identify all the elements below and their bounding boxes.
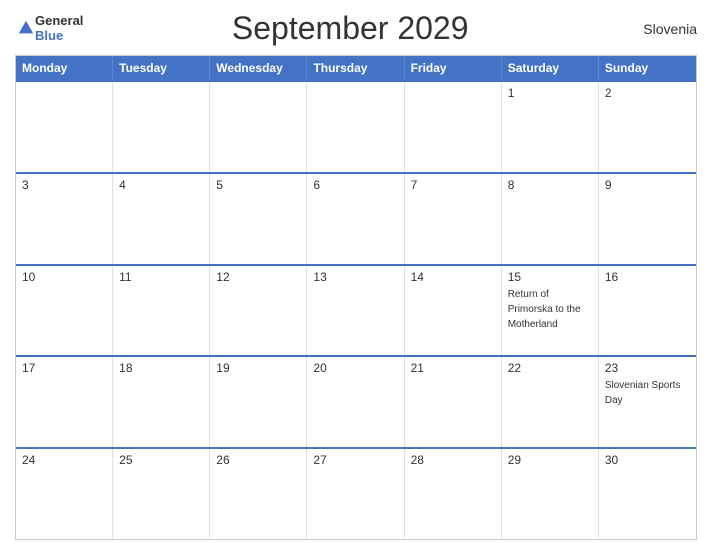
event-label: Return of Primorska to the Motherland bbox=[508, 289, 581, 330]
calendar-cell-r3c3: 20 bbox=[307, 357, 404, 447]
day-number: 30 bbox=[605, 453, 690, 467]
day-number: 26 bbox=[216, 453, 300, 467]
header-monday: Monday bbox=[16, 56, 113, 80]
header-wednesday: Wednesday bbox=[210, 56, 307, 80]
calendar-cell-r1c3: 6 bbox=[307, 174, 404, 264]
calendar: Monday Tuesday Wednesday Thursday Friday… bbox=[15, 55, 697, 540]
day-number: 19 bbox=[216, 361, 300, 375]
calendar-header: Monday Tuesday Wednesday Thursday Friday… bbox=[16, 56, 696, 80]
logo-blue-text: Blue bbox=[35, 29, 83, 43]
calendar-cell-r3c2: 19 bbox=[210, 357, 307, 447]
calendar-cell-r0c2 bbox=[210, 82, 307, 172]
calendar-cell-r4c4: 28 bbox=[405, 449, 502, 539]
calendar-cell-r4c0: 24 bbox=[16, 449, 113, 539]
logo-general-text: General bbox=[35, 14, 83, 28]
calendar-row-0: 12 bbox=[16, 80, 696, 172]
day-number: 28 bbox=[411, 453, 495, 467]
calendar-cell-r0c4 bbox=[405, 82, 502, 172]
calendar-cell-r2c0: 10 bbox=[16, 266, 113, 356]
calendar-row-4: 24 25 26 27 28 29 30 bbox=[16, 447, 696, 539]
calendar-cell-r2c3: 13 bbox=[307, 266, 404, 356]
day-number: 21 bbox=[411, 361, 495, 375]
calendar-cell-r2c4: 14 bbox=[405, 266, 502, 356]
calendar-cell-r1c1: 4 bbox=[113, 174, 210, 264]
day-number: 1 bbox=[508, 86, 592, 100]
calendar-cell-r1c4: 7 bbox=[405, 174, 502, 264]
country-label: Slovenia bbox=[617, 21, 697, 37]
calendar-row-2: 10 11 12 13 14 15 Return of Primorska to the M… bbox=[16, 264, 696, 356]
day-number: 2 bbox=[605, 86, 690, 100]
calendar-cell-r2c2: 12 bbox=[210, 266, 307, 356]
day-number: 23 bbox=[605, 361, 690, 375]
calendar-row-1: 3456789 bbox=[16, 172, 696, 264]
calendar-cell-r3c1: 18 bbox=[113, 357, 210, 447]
calendar-cell-r4c6: 30 bbox=[599, 449, 696, 539]
month-title: September 2029 bbox=[83, 10, 617, 47]
day-number: 22 bbox=[508, 361, 592, 375]
day-number: 11 bbox=[119, 270, 203, 284]
calendar-cell-r1c2: 5 bbox=[210, 174, 307, 264]
day-number: 17 bbox=[22, 361, 106, 375]
header-sunday: Sunday bbox=[599, 56, 696, 80]
day-number: 8 bbox=[508, 178, 592, 192]
day-number: 9 bbox=[605, 178, 690, 192]
header-saturday: Saturday bbox=[502, 56, 599, 80]
calendar-cell-r4c1: 25 bbox=[113, 449, 210, 539]
calendar-cell-r0c0 bbox=[16, 82, 113, 172]
calendar-cell-r4c5: 29 bbox=[502, 449, 599, 539]
day-number: 5 bbox=[216, 178, 300, 192]
calendar-cell-r2c1: 11 bbox=[113, 266, 210, 356]
day-number: 3 bbox=[22, 178, 106, 192]
calendar-cell-r1c6: 9 bbox=[599, 174, 696, 264]
calendar-cell-r4c2: 26 bbox=[210, 449, 307, 539]
logo-icon bbox=[17, 19, 35, 37]
calendar-cell-r0c1 bbox=[113, 82, 210, 172]
day-number: 7 bbox=[411, 178, 495, 192]
day-number: 25 bbox=[119, 453, 203, 467]
calendar-cell-r3c6: 23 Slovenian Sports Day bbox=[599, 357, 696, 447]
calendar-cell-r4c3: 27 bbox=[307, 449, 404, 539]
day-number: 29 bbox=[508, 453, 592, 467]
calendar-row-3: 17 18 19 20 21 22 23 Slovenian Sports Day bbox=[16, 355, 696, 447]
calendar-cell-r2c6: 16 bbox=[599, 266, 696, 356]
day-number: 18 bbox=[119, 361, 203, 375]
day-number: 10 bbox=[22, 270, 106, 284]
day-number: 14 bbox=[411, 270, 495, 284]
calendar-cell-r2c5: 15 Return of Primorska to the Motherland bbox=[502, 266, 599, 356]
day-number: 24 bbox=[22, 453, 106, 467]
event-label: Slovenian Sports Day bbox=[605, 380, 681, 406]
day-number: 4 bbox=[119, 178, 203, 192]
day-number: 20 bbox=[313, 361, 397, 375]
header-friday: Friday bbox=[405, 56, 502, 80]
calendar-cell-r3c5: 22 bbox=[502, 357, 599, 447]
day-number: 16 bbox=[605, 270, 690, 284]
day-number: 12 bbox=[216, 270, 300, 284]
calendar-cell-r0c5: 1 bbox=[502, 82, 599, 172]
day-number: 15 bbox=[508, 270, 592, 284]
day-number: 6 bbox=[313, 178, 397, 192]
logo: General Blue bbox=[15, 14, 83, 43]
header-thursday: Thursday bbox=[307, 56, 404, 80]
day-number: 27 bbox=[313, 453, 397, 467]
calendar-body: 123456789101112131415Return of Primorska… bbox=[16, 80, 696, 539]
calendar-cell-r1c5: 8 bbox=[502, 174, 599, 264]
day-number: 13 bbox=[313, 270, 397, 284]
calendar-cell-r1c0: 3 bbox=[16, 174, 113, 264]
header: General Blue September 2029 Slovenia bbox=[15, 10, 697, 47]
calendar-cell-r3c4: 21 bbox=[405, 357, 502, 447]
calendar-cell-r0c6: 2 bbox=[599, 82, 696, 172]
calendar-cell-r0c3 bbox=[307, 82, 404, 172]
calendar-cell-r3c0: 17 bbox=[16, 357, 113, 447]
calendar-page: General Blue September 2029 Slovenia Mon… bbox=[0, 0, 712, 550]
header-tuesday: Tuesday bbox=[113, 56, 210, 80]
